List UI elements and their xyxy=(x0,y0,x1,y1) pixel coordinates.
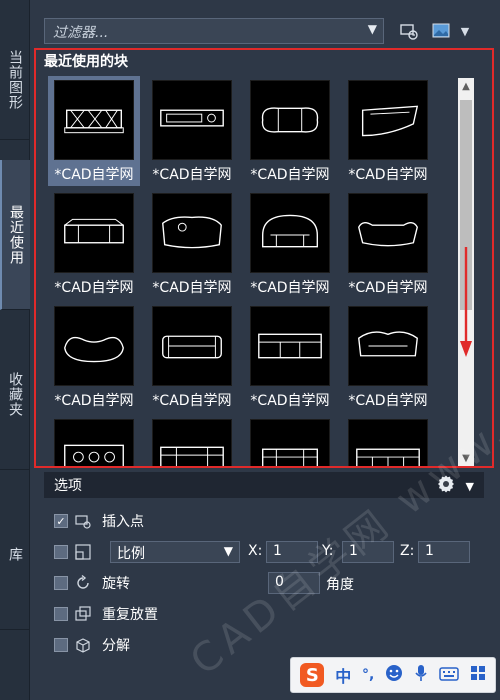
sogou-logo-icon[interactable]: S xyxy=(300,663,325,687)
keyboard-icon[interactable] xyxy=(438,666,459,685)
x-value: 1 xyxy=(273,543,282,559)
thumbnail-view-icon[interactable] xyxy=(430,20,452,42)
block-thumbnail xyxy=(54,193,134,273)
z-input[interactable]: 1 xyxy=(418,541,470,563)
repeat-row: 重复放置 xyxy=(54,603,158,625)
tab-favorites[interactable]: 收藏夹 xyxy=(0,320,30,470)
block-tile[interactable]: *CAD自学网 xyxy=(146,189,238,299)
x-label: X: xyxy=(248,543,263,559)
block-label: *CAD自学网 xyxy=(348,167,428,183)
block-thumbnail xyxy=(250,193,330,273)
emoji-icon[interactable] xyxy=(385,664,403,686)
block-thumbnail xyxy=(54,80,134,160)
chevron-down-icon: ▼ xyxy=(223,544,233,558)
microphone-icon[interactable] xyxy=(414,664,428,686)
tab-library[interactable]: 库 xyxy=(0,480,30,630)
block-label: *CAD自学网 xyxy=(152,280,232,296)
block-tile[interactable]: *CAD自学网 xyxy=(48,415,140,466)
repeat-checkbox[interactable] xyxy=(54,607,68,621)
explode-label: 分解 xyxy=(102,638,130,654)
chevron-down-icon[interactable]: ▼ xyxy=(368,22,377,36)
block-thumbnail xyxy=(250,80,330,160)
block-tile[interactable]: *CAD自学网 xyxy=(48,189,140,299)
block-tile[interactable]: *CAD自学网 xyxy=(342,189,434,299)
block-thumbnail xyxy=(54,419,134,466)
block-thumbnail xyxy=(54,306,134,386)
block-label: *CAD自学网 xyxy=(348,280,428,296)
ime-mode[interactable]: 中 xyxy=(335,663,351,687)
scroll-up-icon[interactable]: ▲ xyxy=(458,78,474,94)
block-thumbnail xyxy=(152,193,232,273)
block-thumbnail xyxy=(152,80,232,160)
block-label: *CAD自学网 xyxy=(250,280,330,296)
repeat-label: 重复放置 xyxy=(102,607,158,623)
block-tile[interactable]: *CAD自学网 xyxy=(342,76,434,186)
block-thumbnail xyxy=(348,80,428,160)
rotation-row: 旋转 xyxy=(54,572,130,594)
tab-label: 当前图形 xyxy=(7,49,23,110)
tab-label: 最近使用 xyxy=(8,204,24,265)
insert-point-icon xyxy=(75,515,91,529)
red-arrow-annotation xyxy=(460,247,472,357)
scale-select-value: 比例 xyxy=(117,546,145,562)
block-label: *CAD自学网 xyxy=(54,393,134,409)
explode-icon xyxy=(76,638,90,653)
explode-row: 分解 xyxy=(54,634,130,656)
tab-recent[interactable]: 最近使用 xyxy=(0,160,30,310)
view-dropdown-icon[interactable]: ▼ xyxy=(454,20,476,42)
scale-row xyxy=(54,541,102,563)
scale-icon xyxy=(75,544,91,560)
block-label: *CAD自学网 xyxy=(54,280,134,296)
insert-point-checkbox[interactable]: ✓ xyxy=(54,514,68,528)
rotation-checkbox[interactable] xyxy=(54,576,68,590)
block-label: *CAD自学网 xyxy=(348,393,428,409)
repeat-place-icon xyxy=(75,606,91,621)
block-label: *CAD自学网 xyxy=(250,167,330,183)
block-tile[interactable]: *CAD自学网 xyxy=(244,76,336,186)
block-tile[interactable]: *CAD自学网 xyxy=(48,76,140,186)
block-thumbnail xyxy=(250,419,330,466)
block-tile[interactable]: *CAD自学网 xyxy=(48,302,140,412)
block-tile[interactable]: *CAD自学网 xyxy=(244,189,336,299)
palette-side-tabs: 当前图形 最近使用 收藏夹 库 xyxy=(0,0,30,700)
block-tile[interactable]: *CAD自学网 xyxy=(146,76,238,186)
rotation-label: 旋转 xyxy=(102,576,130,592)
block-grid: *CAD自学网 *CAD自学网 *CAD自学网 *CAD自学网 *CAD自学网 *CAD自… xyxy=(48,76,458,466)
scale-checkbox[interactable] xyxy=(54,545,68,559)
block-label: *CAD自学网 xyxy=(250,393,330,409)
z-label: Z: xyxy=(400,543,415,559)
section-title: 最近使用的块 xyxy=(44,54,128,70)
skin-grid-icon[interactable] xyxy=(470,665,486,685)
options-label: 选项 xyxy=(54,478,82,494)
block-thumbnail xyxy=(348,193,428,273)
ime-toolbar[interactable]: S 中 °, xyxy=(290,657,496,693)
block-thumbnail xyxy=(152,419,232,466)
block-thumbnail xyxy=(348,306,428,386)
insert-point-row: ✓ 插入点 xyxy=(54,510,144,532)
block-tile[interactable]: *CAD自学网 xyxy=(244,302,336,412)
explode-checkbox[interactable] xyxy=(54,638,68,652)
blocks-palette: 过滤器... ▼ ▼ 最近使用的块 *CAD自学网 *CAD自学网 *CAD自学网 *… xyxy=(30,0,500,700)
tab-label: 收藏夹 xyxy=(7,372,23,417)
block-tile[interactable]: *CAD自学网 xyxy=(342,302,434,412)
filter-input[interactable]: 过滤器... ▼ xyxy=(44,18,384,44)
block-tile[interactable]: *CAD自学网 xyxy=(146,302,238,412)
insert-block-icon[interactable] xyxy=(398,20,420,42)
block-thumbnail xyxy=(152,306,232,386)
tab-current-drawing[interactable]: 当前图形 xyxy=(0,20,30,140)
block-label: *CAD自学网 xyxy=(152,167,232,183)
block-tile[interactable]: *CAD自学网 xyxy=(244,415,336,466)
block-label: *CAD自学网 xyxy=(54,167,134,183)
ime-punctuation[interactable]: °, xyxy=(362,667,374,683)
rotate-icon xyxy=(77,574,89,589)
block-tile[interactable]: *CAD自学网 xyxy=(146,415,238,466)
block-thumbnail xyxy=(250,306,330,386)
scale-select[interactable]: 比例 ▼ xyxy=(110,541,240,563)
insert-point-label: 插入点 xyxy=(102,514,144,530)
tab-label: 库 xyxy=(7,547,23,562)
block-label: *CAD自学网 xyxy=(152,393,232,409)
z-value: 1 xyxy=(425,543,434,559)
filter-placeholder: 过滤器... xyxy=(53,25,109,41)
